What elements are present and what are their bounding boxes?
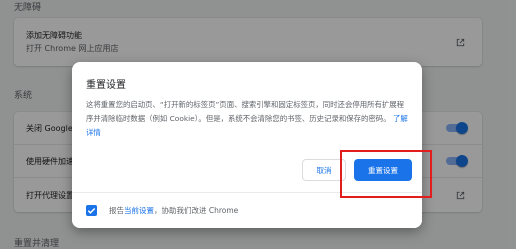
report-prefix: 报告 — [109, 206, 124, 215]
dialog-body-text: 这将重置您的启动页、“打开新的标签页”页面、搜索引擎和固定标签页，同时还会停用所… — [86, 100, 405, 123]
report-suffix: ，协助我们改进 Chrome — [154, 206, 239, 215]
checkbox-checked-icon — [87, 207, 96, 214]
annotation-highlight-box — [340, 150, 432, 198]
dialog-body: 这将重置您的启动页、“打开新的标签页”页面、搜索引擎和固定标签页，同时还会停用所… — [86, 98, 410, 140]
dialog-title: 重置设置 — [86, 80, 126, 91]
reset-settings-dialog: 重置设置 这将重置您的启动页、“打开新的标签页”页面、搜索引擎和固定标签页，同时… — [72, 62, 422, 228]
report-text: 报告当前设置，协助我们改进 Chrome — [109, 205, 238, 216]
current-settings-link[interactable]: 当前设置 — [124, 206, 154, 215]
report-checkbox[interactable] — [86, 205, 97, 216]
